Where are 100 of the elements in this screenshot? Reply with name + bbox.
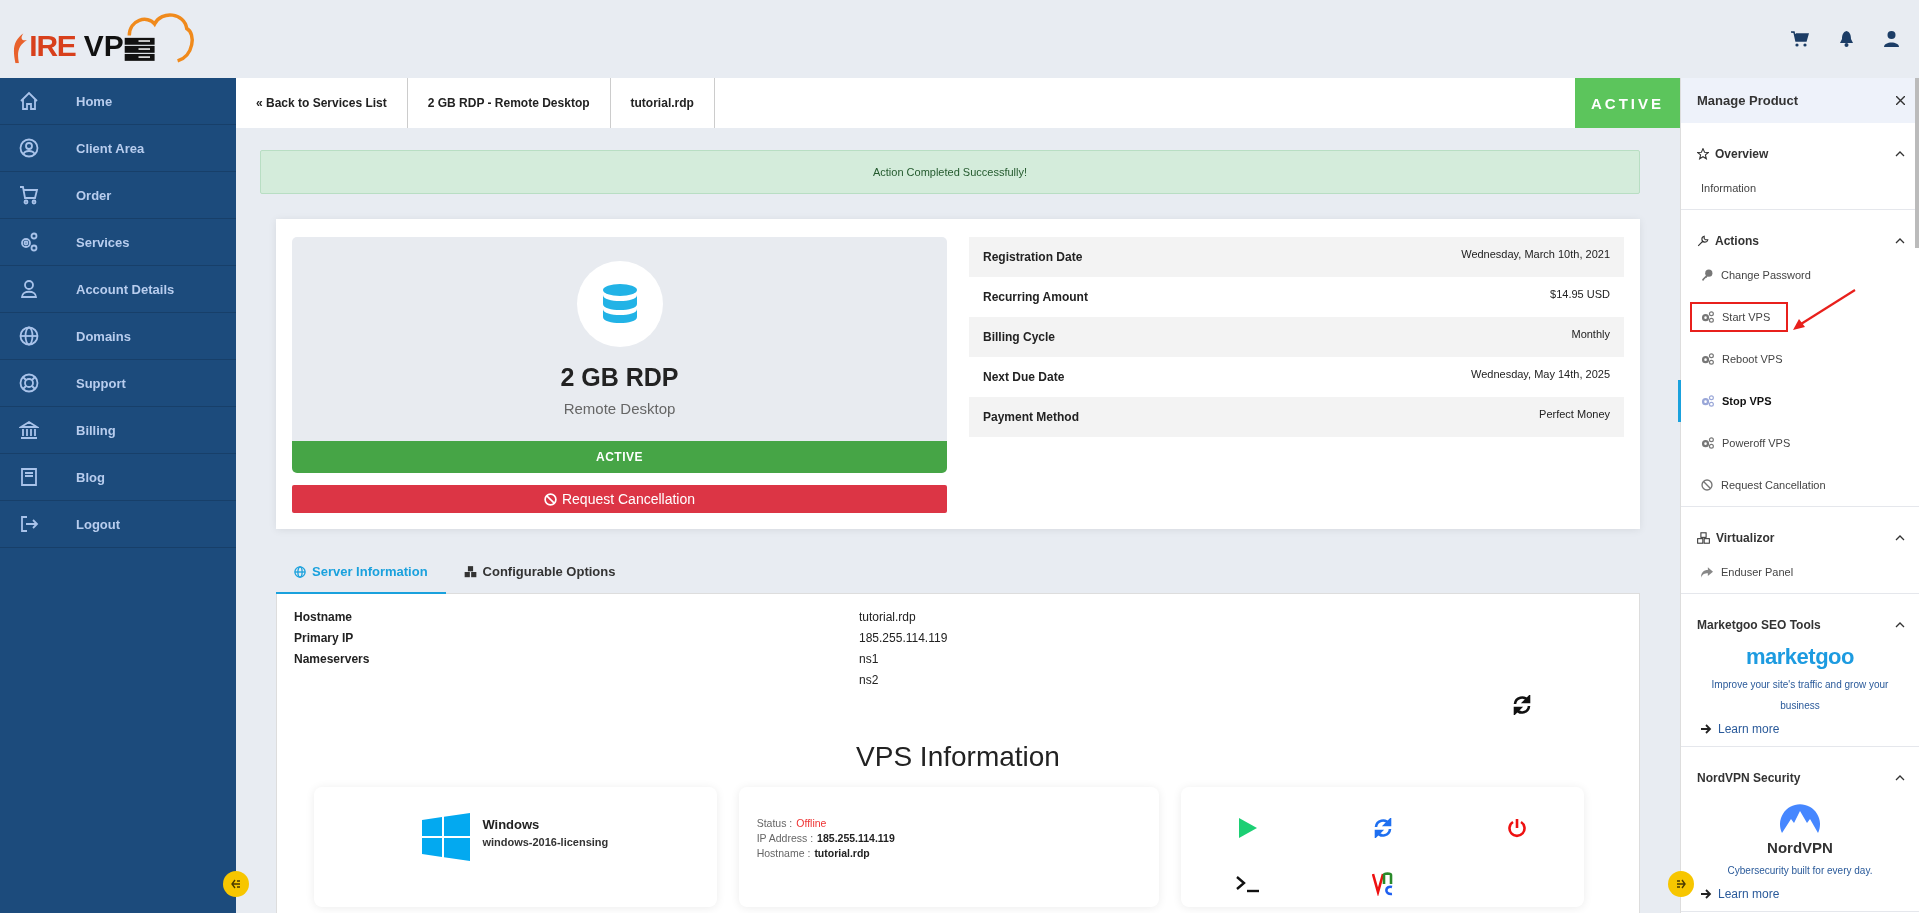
detail-label: Payment Method: [983, 410, 1079, 424]
promo-text: Cybersecurity built for every day.: [1727, 864, 1873, 878]
detail-value: Wednesday, May 14th, 2025: [1471, 368, 1610, 380]
detail-value: Wednesday, March 10th, 2021: [1461, 248, 1610, 260]
status-label: Status :: [756, 817, 793, 829]
logo-text: IRE: [29, 28, 76, 65]
status-bar: ACTIVE: [292, 441, 947, 473]
power-icon[interactable]: [1506, 818, 1527, 838]
os-name: Windows: [482, 817, 541, 832]
chevron-icon: [1895, 775, 1905, 781]
expand-toggle[interactable]: [1668, 871, 1694, 897]
panel-link[interactable]: Request Cancellation: [1678, 464, 1919, 506]
promo-text: Improve your site's traffic and grow your business: [1710, 678, 1890, 713]
section-header[interactable]: Virtualizor: [1681, 507, 1919, 551]
brand-logo: NordVPN: [1767, 839, 1833, 856]
home-icon: [19, 91, 39, 111]
request-cancellation-button[interactable]: Request Cancellation: [292, 485, 947, 513]
section-header[interactable]: Marketgoo SEO Tools: [1681, 594, 1919, 638]
section-header[interactable]: Overview: [1681, 123, 1919, 167]
sidebar-item[interactable]: Support: [0, 360, 236, 407]
user-icon[interactable]: [1884, 31, 1899, 47]
panel-link[interactable]: Reboot VPS: [1678, 338, 1919, 380]
user-icon: [19, 279, 39, 299]
ip-label: IP Address :: [756, 832, 814, 844]
detail-label: Recurring Amount: [983, 290, 1088, 304]
globe-icon: [294, 565, 306, 578]
gears-icon: [19, 232, 39, 252]
logo[interactable]: IRE VP: [12, 10, 197, 68]
sidebar-item[interactable]: Account Details: [0, 266, 236, 313]
panel-title: Manage Product: [1697, 93, 1799, 108]
logo-text: VP: [83, 28, 124, 65]
panel-link[interactable]: Enduser Panel: [1678, 551, 1919, 593]
section-header[interactable]: Actions: [1681, 210, 1919, 254]
breadcrumb-link[interactable]: « Back to Services List: [236, 78, 408, 128]
lifebuoy-icon: [19, 373, 39, 393]
notification-bell-icon[interactable]: [1839, 31, 1854, 47]
share-arrow-icon: [1701, 566, 1713, 578]
detail-value: Perfect Money: [1539, 408, 1610, 420]
ban-icon: [543, 492, 557, 506]
arrow-left-icon: [231, 879, 241, 889]
info-label: Primary IP: [294, 631, 355, 645]
panel-link[interactable]: Change Password: [1678, 254, 1919, 296]
scrollbar[interactable]: [1915, 78, 1919, 248]
close-icon[interactable]: [1896, 96, 1905, 105]
section-header[interactable]: NordVPN Security: [1681, 747, 1919, 791]
key-icon: [1701, 269, 1713, 281]
product-group: Remote Desktop: [563, 400, 676, 417]
vnc-icon[interactable]: [1371, 872, 1394, 896]
brand-logo: marketgoo: [1746, 644, 1854, 670]
sidebar-item[interactable]: Services: [0, 219, 236, 266]
detail-label: Registration Date: [983, 250, 1083, 264]
cart-icon[interactable]: [1791, 31, 1809, 47]
gears-icon: [1701, 437, 1714, 449]
panel-link[interactable]: Information: [1678, 167, 1919, 209]
hostname-value: tutorial.rdp: [814, 847, 870, 859]
info-value: tutorial.rdp: [859, 610, 917, 624]
cart-icon: [19, 185, 39, 205]
refresh-icon[interactable]: [1512, 695, 1532, 715]
logout-icon: [19, 514, 39, 534]
info-label: Hostname: [294, 610, 353, 624]
info-value: 185.255.114.119: [859, 631, 949, 645]
detail-value: $14.95 USD: [1550, 288, 1610, 300]
gears-icon: [1701, 311, 1714, 323]
sidebar-item[interactable]: Client Area: [0, 125, 236, 172]
arrow-right-icon: [1676, 879, 1686, 889]
globe-icon: [19, 326, 39, 346]
info-value: ns1: [859, 652, 880, 666]
detail-label: Billing Cycle: [983, 330, 1056, 344]
arrow-right-icon: [1701, 724, 1712, 734]
chevron-icon: [1895, 238, 1905, 244]
os-template: windows-2016-licensing: [482, 836, 609, 848]
annotation-arrow: [1791, 288, 1857, 332]
ip-value: 185.255.114.119: [817, 832, 895, 844]
learn-more-link[interactable]: Learn more: [1701, 722, 1780, 736]
star-icon: [1697, 148, 1709, 160]
status-value: Offline: [796, 817, 827, 829]
windows-icon: [422, 813, 471, 861]
learn-more-link[interactable]: Learn more: [1701, 887, 1780, 901]
wrench-icon: [1697, 235, 1709, 247]
product-name: 2 GB RDP: [560, 363, 679, 392]
breadcrumb-link[interactable]: tutorial.rdp: [610, 78, 715, 128]
breadcrumb-link[interactable]: 2 GB RDP - Remote Desktop: [407, 78, 611, 128]
info-label: Nameservers: [294, 652, 371, 668]
sidebar-item[interactable]: Domains: [0, 313, 236, 360]
collapse-toggle[interactable]: [223, 871, 249, 897]
panel-link[interactable]: Stop VPS: [1678, 380, 1919, 422]
flame-icon: [12, 33, 29, 64]
chevron-icon: [1895, 622, 1905, 628]
panel-link[interactable]: Start VPS: [1684, 296, 1794, 338]
terminal-icon[interactable]: [1236, 875, 1261, 893]
sidebar-item[interactable]: Logout: [0, 501, 236, 548]
tab[interactable]: Configurable Options: [445, 551, 634, 594]
panel-link[interactable]: Poweroff VPS: [1678, 422, 1919, 464]
section-title: VPS Information: [855, 741, 1061, 773]
sidebar-item[interactable]: Billing: [0, 407, 236, 454]
cubes-icon: [463, 565, 477, 578]
restart-icon[interactable]: [1372, 818, 1393, 838]
sidebar-item[interactable]: Order: [0, 172, 236, 219]
sidebar-item[interactable]: Blog: [0, 454, 236, 501]
status-badge: ACTIVE: [1575, 78, 1680, 128]
